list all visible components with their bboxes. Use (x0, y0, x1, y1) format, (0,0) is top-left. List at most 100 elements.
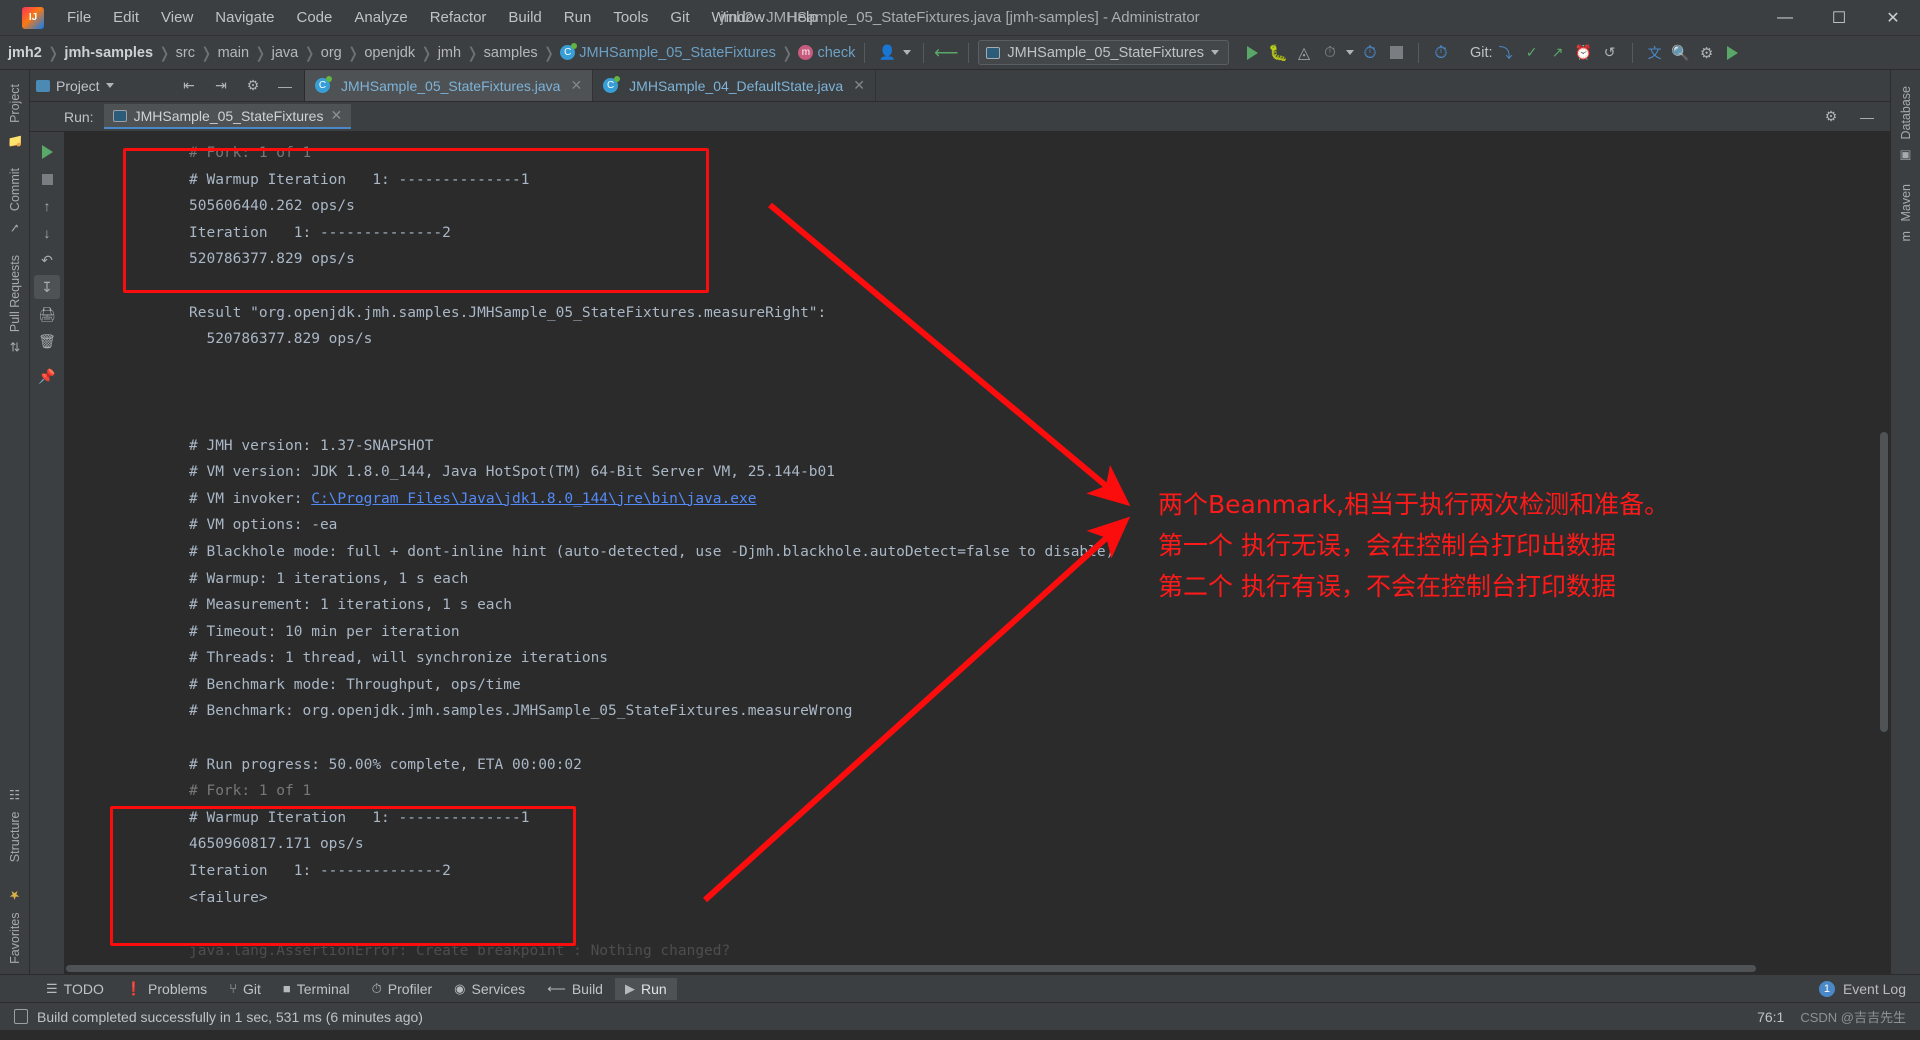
bottom-tab-services[interactable]: ◉ Services (444, 978, 535, 1000)
undo-icon[interactable]: ↺ (1597, 40, 1623, 66)
bottom-tab-problems[interactable]: ❗ Problems (116, 978, 217, 1000)
git-update-icon[interactable]: ⤵ (1493, 40, 1519, 66)
menu-view[interactable]: View (150, 5, 204, 30)
bottom-tab-profiler[interactable]: ⏱ Profiler (362, 978, 443, 1000)
console-output[interactable]: # Fork: 1 of 1 # Warmup Iteration 1: ---… (64, 132, 1890, 974)
git-history-icon[interactable]: ⏰ (1571, 40, 1597, 66)
console-line: # Fork: 1 of 1 (64, 140, 1890, 167)
chevron-down-icon[interactable] (900, 40, 914, 66)
run-configuration-selector[interactable]: JMHSample_05_StateFixtures (978, 40, 1229, 65)
menu-build[interactable]: Build (497, 5, 552, 30)
menu-refactor[interactable]: Refactor (419, 5, 498, 30)
expand-all-icon[interactable]: ⇥ (208, 73, 234, 99)
vm-invoker-path-link[interactable]: C:\Program Files\Java\jdk1.8.0_144\jre\b… (311, 491, 756, 507)
profiler-attach-icon[interactable]: ⏱ (1317, 40, 1343, 66)
maximize-button[interactable]: ☐ (1812, 0, 1866, 36)
sidebar-item-commit[interactable]: ✓ Commit (3, 158, 26, 246)
user-avatar-icon[interactable]: 👤 (874, 40, 900, 66)
menu-navigate[interactable]: Navigate (204, 5, 285, 30)
sidebar-item-project[interactable]: 📁 Project (3, 74, 26, 158)
menu-file[interactable]: File (56, 5, 102, 30)
run-icon[interactable] (1239, 40, 1265, 66)
breadcrumb-item-jmh[interactable]: jmh (438, 45, 461, 61)
menu-edit[interactable]: Edit (102, 5, 150, 30)
menu-help[interactable]: Help (776, 5, 829, 30)
scrollbar-thumb[interactable] (1880, 432, 1888, 732)
scroll-to-end-icon[interactable]: ↧ (34, 275, 60, 299)
settings-gear-icon[interactable]: ⚙ (1818, 104, 1844, 130)
breadcrumb-item-java[interactable]: java (272, 45, 299, 61)
scroll-up-icon[interactable]: ↑ (34, 194, 60, 218)
chevron-down-icon[interactable] (1343, 40, 1357, 66)
git-commit-icon[interactable]: ✓ (1519, 40, 1545, 66)
console-vertical-scrollbar[interactable] (1878, 132, 1890, 974)
minimize-button[interactable]: — (1758, 0, 1812, 36)
bottom-tab-label: TODO (64, 981, 104, 997)
settings-gear-icon[interactable]: ⚙ (1694, 40, 1720, 66)
caret-position[interactable]: 76:1 (1757, 1009, 1784, 1025)
menu-git[interactable]: Git (659, 5, 700, 30)
bottom-tab-todo[interactable]: ☰ TODO (36, 978, 114, 1000)
profiler-icon[interactable]: ⏱ (1357, 40, 1383, 66)
translate-icon[interactable]: 文 (1642, 40, 1668, 66)
toolbar-divider (923, 43, 924, 63)
sidebar-item-pull-requests[interactable]: ⇄ Pull Requests (3, 245, 26, 362)
run-with-coverage-icon[interactable]: ◬ (1291, 40, 1317, 66)
hide-panel-icon[interactable]: — (1854, 104, 1880, 130)
search-everywhere-icon[interactable]: 🔍 (1668, 40, 1694, 66)
breadcrumb-item-method[interactable]: check (817, 45, 855, 61)
build-hammer-icon[interactable]: ⟵ (933, 40, 959, 66)
soft-wrap-icon[interactable]: ↶ (34, 248, 60, 272)
scrollbar-thumb[interactable] (66, 965, 1756, 972)
git-push-icon[interactable]: ↗ (1545, 40, 1571, 66)
print-icon[interactable]: 🖨 (34, 302, 60, 326)
profiler-snapshot-icon[interactable]: ⏱ (1428, 40, 1454, 66)
breadcrumb-item-jmh2[interactable]: jmh2 (8, 45, 42, 61)
close-button[interactable]: ✕ (1866, 0, 1920, 36)
bottom-tab-terminal[interactable]: ■ Terminal (273, 978, 360, 1000)
menu-tools[interactable]: Tools (602, 5, 659, 30)
bottom-tab-git[interactable]: ⑂ Git (219, 978, 271, 1000)
menu-code[interactable]: Code (285, 5, 343, 30)
sidebar-item-maven[interactable]: m Maven (1895, 174, 1917, 251)
run-anything-icon[interactable] (1720, 40, 1746, 66)
chevron-down-icon[interactable] (106, 83, 114, 88)
event-log-label[interactable]: Event Log (1843, 981, 1906, 997)
breadcrumb-item-src[interactable]: src (176, 45, 195, 61)
close-icon[interactable]: ✕ (570, 77, 582, 94)
stop-icon[interactable] (34, 167, 60, 191)
menu-window[interactable]: Window (701, 5, 776, 30)
settings-gear-icon[interactable]: ⚙ (240, 73, 266, 99)
breadcrumb-item-main[interactable]: main (218, 45, 249, 61)
bottom-tab-run[interactable]: ▶ Run (615, 978, 677, 1000)
editor-tab-statefixtures[interactable]: C JMHSample_05_StateFixtures.java ✕ (305, 70, 593, 101)
hide-panel-icon[interactable]: — (272, 73, 298, 99)
menu-analyze[interactable]: Analyze (343, 5, 418, 30)
breadcrumb-item-org[interactable]: org (321, 45, 342, 61)
watermark: CSDN @吉吉先生 (1800, 1007, 1906, 1026)
bottom-tab-build[interactable]: ⟵ Build (537, 978, 613, 1000)
menu-run[interactable]: Run (553, 5, 603, 30)
breadcrumb-item-openjdk[interactable]: openjdk (364, 45, 415, 61)
breadcrumb-item-samples[interactable]: samples (484, 45, 538, 61)
console-line: 520786377.829 ops/s (64, 326, 1890, 353)
breadcrumb-item-class[interactable]: JMHSample_05_StateFixtures (579, 45, 776, 61)
scroll-down-icon[interactable]: ↓ (34, 221, 60, 245)
console-horizontal-scrollbar[interactable] (64, 963, 1890, 974)
breadcrumb-item-jmh-samples[interactable]: jmh-samples (64, 45, 153, 61)
editor-tab-defaultstate[interactable]: C JMHSample_04_DefaultState.java ✕ (593, 70, 876, 101)
collapse-all-icon[interactable]: ⇤ (176, 73, 202, 99)
clear-all-icon[interactable]: 🗑 (34, 329, 60, 353)
console-line: # Timeout: 10 min per iteration (64, 619, 1890, 646)
debug-icon[interactable]: 🐛 (1265, 40, 1291, 66)
sidebar-item-favorites[interactable]: Favorites ★ (3, 872, 26, 974)
sidebar-item-structure[interactable]: Structure ☷ (3, 771, 26, 872)
stop-icon[interactable] (1383, 40, 1409, 66)
breadcrumb-separator: ❭ (158, 44, 171, 62)
pin-tab-icon[interactable]: 📌 (34, 364, 60, 388)
rerun-icon[interactable] (34, 140, 60, 164)
close-icon[interactable]: ✕ (853, 77, 865, 94)
run-session-tab[interactable]: JMHSample_05_StateFixtures ✕ (104, 104, 352, 129)
close-icon[interactable]: ✕ (330, 107, 342, 124)
sidebar-item-database[interactable]: ▣ Database (1894, 76, 1917, 174)
